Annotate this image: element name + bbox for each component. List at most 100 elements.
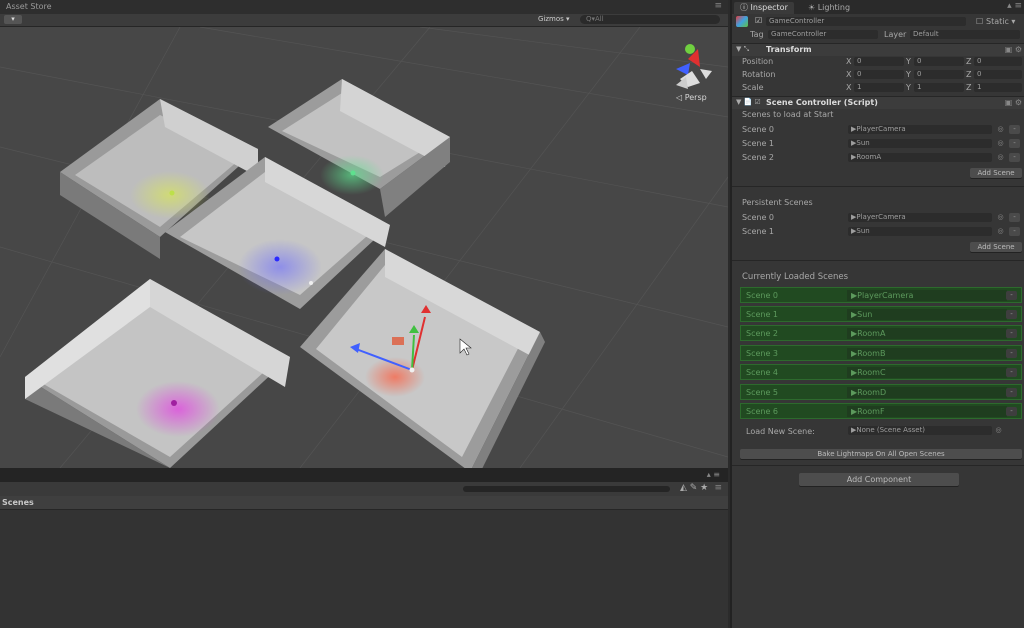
loaded-label: Currently Loaded Scenes [742,272,849,282]
add-scene-button[interactable]: Add Scene [970,168,1022,178]
tab-inspector[interactable]: ⓘ Inspector [734,2,794,14]
scene-controller-header[interactable]: ▼ 📄 ☑ Scene Controller (Script) ▣ ⚙ [732,96,1024,109]
scale-x-field[interactable]: 1 [854,83,904,92]
object-picker-icon[interactable]: ◎ [996,213,1005,222]
position-x-field[interactable]: 0 [854,57,904,66]
active-checkbox[interactable]: ☑ [755,16,762,25]
zoom-slider[interactable] [463,486,670,492]
persistent-scene-value: Sun [856,227,870,235]
gizmos-dropdown[interactable]: Gizmos ▾ [538,15,570,23]
panel-menu-icon-3[interactable]: ≡ [714,483,722,493]
loaded-scene-row[interactable]: Scene 5 ▶RoomD - [740,384,1022,400]
tab-lighting[interactable]: ☀ Lighting [802,2,856,14]
loaded-scene-row[interactable]: Scene 6 ▶RoomF - [740,403,1022,419]
scene-search-input[interactable]: Q▾All [580,15,720,24]
remove-button[interactable]: - [1009,153,1020,162]
scenes-content [0,510,728,628]
divider [732,260,1024,261]
rotation-x-field[interactable]: 0 [854,70,904,79]
start-scene-field[interactable]: ▶PlayerCamera [848,125,992,134]
filter-icons[interactable]: ◭ ✎ ★ [680,483,708,493]
unload-button[interactable]: - [1006,368,1017,377]
add-component-button[interactable]: Add Component [799,473,959,486]
load-at-start-header: Scenes to load at Start [732,109,1024,121]
persistent-scene-label: Scene 0 [742,213,775,222]
unload-button[interactable]: - [1006,329,1017,338]
remove-button[interactable]: - [1009,125,1020,134]
object-picker-icon[interactable]: ◎ [996,125,1005,134]
projection-label[interactable]: ◁ Persp [676,93,707,102]
object-picker-icon[interactable]: ◎ [996,227,1005,236]
loaded-scene-label: Scene 1 [746,310,779,319]
remove-button[interactable]: - [1009,227,1020,236]
rotation-label: Rotation [742,70,776,79]
bake-lightmaps-button[interactable]: Bake Lightmaps On All Open Scenes [740,449,1022,459]
asset-store-tab[interactable]: Asset Store [6,2,52,11]
start-scene-row: Scene 1 ▶Sun ◎ - [732,138,1024,150]
inspector-menu-icon[interactable]: ▴ ≡ [1007,1,1022,11]
static-checkbox[interactable]: ☐ [976,17,983,26]
unload-button[interactable]: - [1006,388,1017,397]
start-scene-label: Scene 0 [742,125,775,134]
unload-button[interactable]: - [1006,349,1017,358]
static-dropdown[interactable]: Static ▾ [986,17,1015,26]
scale-z-field[interactable]: 1 [974,83,1022,92]
rotation-y-field[interactable]: 0 [914,70,964,79]
axis-z-label: Z [966,57,972,66]
loaded-scene-row[interactable]: Scene 1 ▶Sun - [740,306,1022,322]
loaded-scene-row[interactable]: Scene 0 ▶PlayerCamera - [740,287,1022,303]
tag-dropdown[interactable]: GameController [768,30,878,39]
persistent-scene-field[interactable]: ▶PlayerCamera [848,213,992,222]
persistent-scene-row: Scene 0 ▶PlayerCamera ◎ - [732,212,1024,224]
room-magenta [25,279,290,468]
loaded-scene-label: Scene 3 [746,349,779,358]
position-label: Position [742,57,774,66]
remove-button[interactable]: - [1009,139,1020,148]
loaded-scene-row[interactable]: Scene 3 ▶RoomB - [740,345,1022,361]
object-picker-icon[interactable]: ◎ [996,153,1005,162]
divider [732,186,1024,187]
panel-menu-icon-2[interactable]: ▴ ≡ [707,470,720,479]
expand-arrow-icon[interactable]: ▼ 📄 ☑ [736,98,761,106]
scenes-toolbar: ◭ ✎ ★ ≡ [0,482,728,497]
position-z-field[interactable]: 0 [974,57,1022,66]
persistent-scene-label: Scene 1 [742,227,775,236]
loaded-scene-value-text: PlayerCamera [857,291,914,300]
panel-menu-icon[interactable]: ≡ [714,1,722,11]
tag-layer-row: Tag GameController Layer Default [732,29,1024,41]
loaded-scene-row[interactable]: Scene 2 ▶RoomA - [740,325,1022,341]
object-picker-icon[interactable]: ◎ [996,139,1005,148]
unload-button[interactable]: - [1006,310,1017,319]
object-name-field[interactable]: GameController [766,17,966,26]
view-orientation-gizmo[interactable] [676,44,712,89]
add-scene-button[interactable]: Add Scene [970,242,1022,252]
load-new-value: None (Scene Asset) [856,426,926,434]
start-scene-field[interactable]: ▶Sun [848,139,992,148]
rotation-z-field[interactable]: 0 [974,70,1022,79]
unload-button[interactable]: - [1006,407,1017,416]
loaded-scene-label: Scene 4 [746,368,779,377]
position-y-field[interactable]: 0 [914,57,964,66]
transform-header[interactable]: ▼ ⤡ Transform ▣ ⚙ [732,43,1024,56]
object-header: ☑ GameController ☐ Static ▾ [732,15,1024,28]
camera-mode-button[interactable]: ▾ [4,15,22,24]
layer-dropdown[interactable]: Default [910,30,1020,39]
loaded-scene-value: ▶PlayerCamera [851,291,914,300]
scale-y-field[interactable]: 1 [914,83,964,92]
loaded-scene-row[interactable]: Scene 4 ▶RoomC - [740,364,1022,380]
component-settings-icon[interactable]: ▣ ⚙ [1005,45,1022,54]
start-scene-value: Sun [856,139,870,147]
scale-row: Scale X 1 Y 1 Z 1 [732,82,1024,94]
unload-button[interactable]: - [1006,291,1017,300]
persistent-scene-row: Scene 1 ▶Sun ◎ - [732,226,1024,238]
persistent-scene-field[interactable]: ▶Sun [848,227,992,236]
component-settings-icon[interactable]: ▣ ⚙ [1005,98,1022,107]
axis-x-label: X [846,70,852,79]
object-picker-icon[interactable]: ◎ [994,426,1003,435]
scene-viewport[interactable]: ◁ Persp [0,27,728,468]
expand-arrow-icon[interactable]: ▼ ⤡ [736,45,749,54]
start-scene-field[interactable]: ▶RoomA [848,153,992,162]
remove-button[interactable]: - [1009,213,1020,222]
axis-y-label: Y [906,83,911,92]
load-new-field[interactable]: ▶None (Scene Asset) [848,426,992,435]
